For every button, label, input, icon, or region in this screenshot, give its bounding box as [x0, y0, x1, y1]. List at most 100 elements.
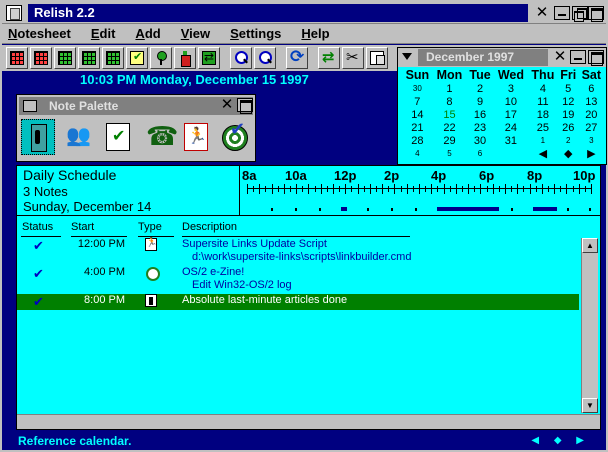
calendar-day[interactable]: 16	[466, 108, 494, 121]
menu-notesheet[interactable]: Notesheet	[8, 26, 71, 41]
scroll-up-button[interactable]: ▲	[582, 238, 598, 253]
vertical-scrollbar[interactable]: ▲ ▼	[581, 238, 598, 413]
zoom-out-button[interactable]	[230, 47, 252, 69]
calendar-day[interactable]: 4	[402, 147, 433, 160]
menu-add[interactable]: Add	[135, 26, 160, 41]
calendar-day[interactable]: 6	[466, 147, 494, 160]
status-check-icon[interactable]: ✔	[33, 238, 44, 254]
timeline-marker	[391, 208, 393, 211]
palette-checklist-button[interactable]	[101, 119, 135, 155]
calendar-day[interactable]: 18	[528, 108, 558, 121]
calendar-day[interactable]: 23	[466, 121, 494, 134]
calendar-day-today[interactable]: 15	[433, 108, 466, 121]
transfer-button[interactable]	[318, 47, 340, 69]
calendar-day[interactable]: 5	[558, 82, 579, 95]
scroll-down-button[interactable]: ▼	[582, 398, 598, 413]
column-status[interactable]: Status	[22, 221, 53, 233]
table-row[interactable]: ✔ 4:00 PM OS/2 e-Zine! Edit Win32-OS/2 l…	[17, 266, 579, 294]
calendar-day[interactable]: 11	[528, 95, 558, 108]
red-grid-button[interactable]	[30, 47, 52, 69]
calendar-day[interactable]: 2	[558, 134, 579, 147]
calendar-close-button[interactable]: ✕	[552, 49, 568, 64]
menu-edit[interactable]: Edit	[91, 26, 116, 41]
calendar-maximize-button[interactable]	[588, 50, 604, 66]
status-nav-arrows[interactable]: ◀ ◆ ▶	[531, 432, 590, 450]
close-button[interactable]: ✕	[534, 5, 550, 20]
calendar-day[interactable]: 9	[466, 95, 494, 108]
calendar-day[interactable]: 3	[494, 82, 528, 95]
column-description[interactable]: Description	[182, 221, 237, 233]
calendar-day[interactable]: 24	[494, 121, 528, 134]
palette-close-button[interactable]: ✕	[219, 97, 235, 112]
calendar-day[interactable]: 30	[402, 82, 433, 95]
timeline-tick	[517, 184, 519, 194]
calendar-day[interactable]: 8	[433, 95, 466, 108]
status-check-icon[interactable]: ✔	[33, 266, 44, 282]
grid-month-button[interactable]	[102, 47, 124, 69]
calendar-day[interactable]: 28	[402, 134, 433, 147]
calendar-day[interactable]: 19	[558, 108, 579, 121]
timeline-marker	[567, 208, 569, 211]
palette-maximize-button[interactable]	[237, 98, 253, 114]
calendar-day[interactable]: 5	[433, 147, 466, 160]
minimize-button[interactable]	[554, 6, 570, 20]
calendar-day[interactable]: 6	[579, 82, 604, 95]
scissors-button[interactable]	[342, 47, 364, 69]
bottle-icon	[178, 51, 192, 67]
calendar-day[interactable]: 14	[402, 108, 433, 121]
zoom-in-button[interactable]	[254, 47, 276, 69]
calendar-day[interactable]: 26	[558, 121, 579, 134]
palette-people-button[interactable]	[61, 119, 95, 155]
calendar-day[interactable]: 7	[402, 95, 433, 108]
calendar-day[interactable]: 27	[579, 121, 604, 134]
calendar-today-diamond[interactable]: ◆	[558, 147, 579, 160]
calendar-system-icon[interactable]	[402, 52, 412, 62]
calendar-day[interactable]: 2	[466, 82, 494, 95]
restore-button[interactable]	[572, 6, 588, 22]
swap-button[interactable]	[198, 47, 220, 69]
note-check-button[interactable]	[126, 47, 148, 69]
horizontal-scrollbar[interactable]	[17, 414, 600, 429]
refresh-button[interactable]	[286, 47, 308, 69]
grid-week-button[interactable]	[54, 47, 76, 69]
column-start[interactable]: Start	[71, 221, 94, 233]
calendar-day[interactable]: 31	[494, 134, 528, 147]
calendar-next-arrow[interactable]: ▶	[579, 147, 604, 160]
menu-settings[interactable]: Settings	[230, 26, 281, 41]
calendar-day[interactable]: 1	[433, 82, 466, 95]
column-type[interactable]: Type	[138, 221, 162, 233]
palette-door-button[interactable]	[21, 119, 55, 155]
calendar-day[interactable]: 21	[402, 121, 433, 134]
pushpin-button[interactable]	[150, 47, 172, 69]
calendar-day[interactable]: 12	[558, 95, 579, 108]
calendar-day[interactable]: 10	[494, 95, 528, 108]
bottle-button[interactable]	[174, 47, 196, 69]
palette-runner-button[interactable]	[179, 119, 213, 155]
status-check-icon[interactable]: ✔	[33, 294, 44, 310]
grid-view-button[interactable]	[6, 47, 28, 69]
calendar-day[interactable]: 1	[528, 134, 558, 147]
palette-system-icon[interactable]	[23, 100, 37, 112]
calendar-day[interactable]: 17	[494, 108, 528, 121]
calendar-prev-arrow[interactable]: ◀	[528, 147, 558, 160]
palette-phone-button[interactable]	[141, 119, 178, 155]
calendar-day[interactable]: 3	[579, 134, 604, 147]
calendar-day[interactable]: 4	[528, 82, 558, 95]
calendar-day[interactable]: 13	[579, 95, 604, 108]
table-row-selected[interactable]: ✔ 8:00 PM Absolute last-minute articles …	[17, 294, 579, 310]
system-menu-icon[interactable]	[6, 5, 22, 21]
calendar-day[interactable]: 29	[433, 134, 466, 147]
menu-help[interactable]: Help	[301, 26, 329, 41]
calendar-day[interactable]: 22	[433, 121, 466, 134]
paste-button[interactable]	[366, 47, 388, 69]
calendar-minimize-button[interactable]	[570, 50, 586, 64]
calendar-day[interactable]: 30	[466, 134, 494, 147]
timeline[interactable]: 8a 10a 12p 2p 4p 6p 8p 10p	[241, 166, 599, 216]
maximize-button[interactable]	[588, 6, 604, 22]
table-row[interactable]: ✔ 12:00 PM Supersite Links Update Script…	[17, 237, 579, 266]
green-grid-button[interactable]	[78, 47, 100, 69]
menu-view[interactable]: View	[181, 26, 210, 41]
palette-target-button[interactable]	[217, 119, 251, 155]
calendar-day[interactable]: 25	[528, 121, 558, 134]
calendar-day[interactable]: 20	[579, 108, 604, 121]
